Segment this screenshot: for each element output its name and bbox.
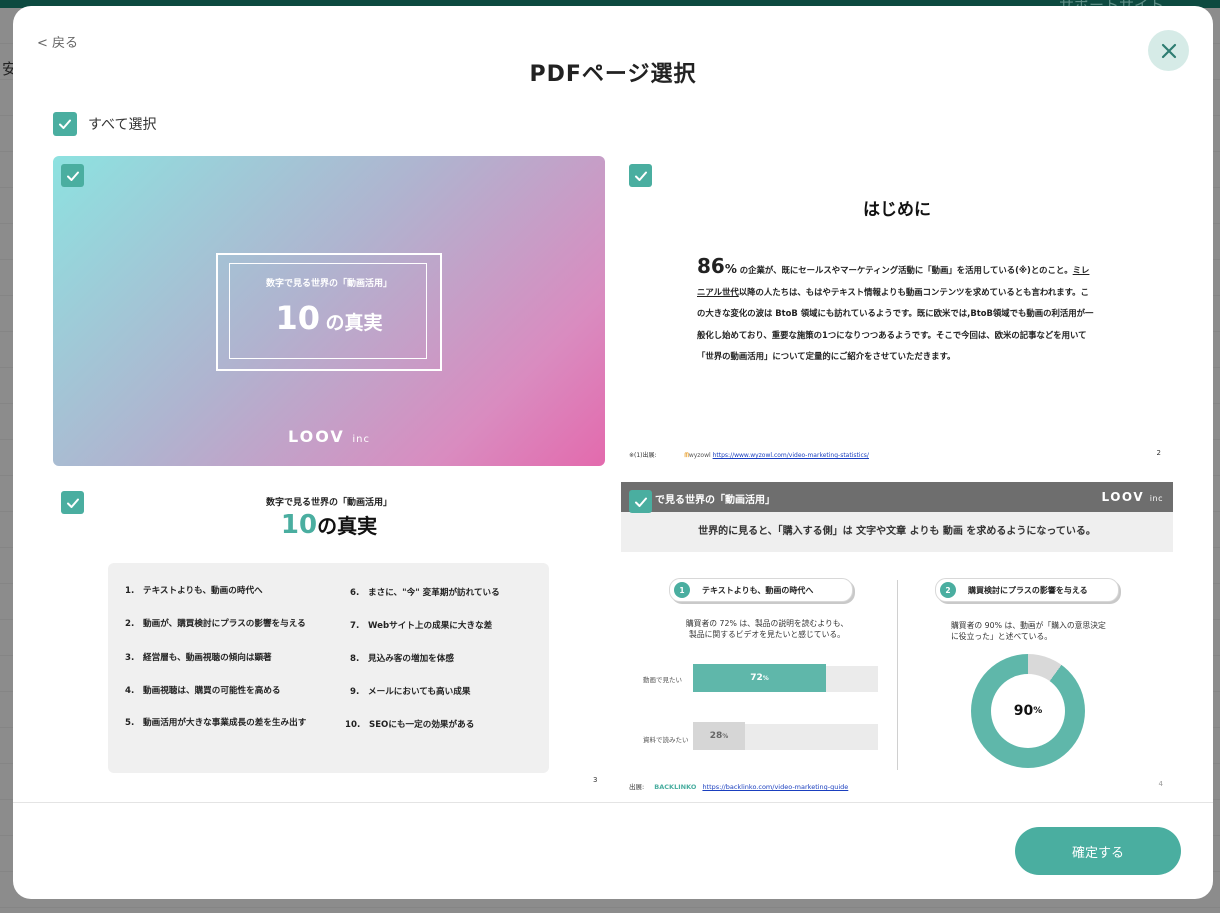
page-number: 3 [593, 776, 598, 784]
page-3-checkbox[interactable] [61, 491, 84, 514]
source-brand-name: wyzowl [688, 452, 711, 459]
toc-item: 1. テキストよりも、動画の時代へ [125, 586, 263, 596]
right-caption-line-2: に役立った」と述べている。 [951, 632, 1053, 641]
loov-logo: LOOV inc [1102, 490, 1163, 504]
cover-title-text: の真実 [325, 312, 383, 334]
pdf-page-thumbnail-2[interactable]: はじめに 86% の企業が、既にセールスやマーケティング活動に「動画」を活用して… [621, 156, 1173, 466]
slide-header-title: で見る世界の「動画活用」 [655, 495, 775, 506]
select-all-label: すべて選択 [88, 117, 157, 133]
section-label: テキストよりも、動画の時代へ [702, 585, 814, 595]
loov-logo-suffix: inc [352, 434, 370, 445]
toc-item: 6. まさに、"今" 変革期が訪れている [350, 588, 500, 598]
confirm-button[interactable]: 確定する [1015, 827, 1181, 875]
loov-logo-suffix: inc [1149, 494, 1163, 503]
intro-body: 86% の企業が、既にセールスやマーケティング活動に「動画」を活用している(※)… [697, 254, 1097, 368]
section-pill-2: 2 購買検討にプラスの影響を与える [935, 578, 1119, 602]
left-caption: 購買者の 72% は、製品の説明を読むよりも、 製品に関するビデオを見たいと感じ… [661, 618, 873, 640]
slide-header: で見る世界の「動画活用」 LOOV inc [621, 482, 1173, 512]
toc-item: 8. 見込み客の増加を体感 [350, 654, 454, 664]
donut-chart: 90% [971, 654, 1085, 768]
bar-unit: % [762, 674, 769, 682]
check-icon [634, 171, 647, 181]
toc-title-number: 10 [280, 510, 318, 540]
pdf-page-thumbnail-4[interactable]: で見る世界の「動画活用」 LOOV inc 世界的に見ると、「購入する側」は 文… [621, 482, 1173, 796]
toc-item: 3. 経営層も、動画視聴の傾向は顕著 [125, 653, 272, 663]
source-link[interactable]: https://backlinko.com/video-marketing-gu… [702, 783, 848, 791]
check-icon [66, 171, 79, 181]
footnote-label: ※(1)出展: [629, 452, 657, 459]
loov-logo-text: LOOV [1101, 490, 1145, 504]
source-label: 出展: [629, 783, 645, 791]
bar-value: 72 [750, 673, 763, 683]
intro-footnote: ※(1)出展: ᗰwyzowl https://www.wyzowl.com/v… [629, 450, 869, 460]
toc-box: 1. テキストよりも、動画の時代へ 2. 動画が、購買検討にプラスの影響を与える 3… [108, 563, 549, 773]
cover-title: 10 の真実 [229, 299, 429, 337]
pdf-page-thumbnail-1[interactable]: 数字で見る世界の「動画活用」 10 の真実 LOOV inc [53, 156, 605, 466]
source-brand: BACKLINKO [654, 783, 697, 791]
select-all-checkbox[interactable] [53, 112, 77, 136]
footer-divider [13, 802, 1213, 803]
toc-item: 7. Webサイト上の成果に大きな差 [350, 621, 493, 631]
right-caption-line-1: 購買者の 90% は、動画が「購入の意思決定 [951, 621, 1106, 630]
page-number: 4 [1158, 780, 1163, 788]
check-icon [59, 119, 71, 129]
bar-label: 資料で読みたい [643, 736, 689, 744]
slide-footnote: 出展: BACKLINKO https://backlinko.com/vide… [629, 781, 848, 791]
source-link[interactable]: https://www.wyzowl.com/video-marketing-s… [713, 452, 869, 459]
bar-unit: % [722, 732, 729, 740]
toc-item: 9. メールにおいても高い成果 [350, 687, 471, 697]
cover-subtitle: 数字で見る世界の「動画活用」 [265, 279, 392, 289]
check-icon [634, 497, 647, 507]
toc-item: 2. 動画が、購買検討にプラスの影響を与える [125, 619, 306, 629]
page-2-checkbox[interactable] [629, 164, 652, 187]
pdf-page-select-modal: < 戻る PDFページ選択 すべて選択 数字で見る世界の「動画活用」 10 の真… [13, 6, 1213, 899]
toc-item: 4. 動画視聴は、購買の可能性を高める [125, 686, 281, 696]
intro-percent-unit: % [724, 262, 737, 276]
toc-title-text: の真実 [317, 514, 378, 538]
section-pill-1: 1 テキストよりも、動画の時代へ [669, 578, 853, 602]
bar-label: 動画で見たい [643, 676, 682, 684]
cover-title-number: 10 [275, 299, 320, 337]
left-caption-line-2: 製品に関するビデオを見たいと感じている。 [689, 630, 845, 639]
slide-headline: 世界的に見ると、「購入する側」は 文字や文章 よりも 動画 を求めるようになって… [621, 512, 1173, 552]
left-caption-line-1: 購買者の 72% は、製品の説明を読むよりも、 [685, 619, 849, 628]
donut-value: 90 [1013, 703, 1034, 719]
close-icon [1161, 43, 1176, 58]
check-icon [66, 498, 79, 508]
pdf-page-thumbnail-3[interactable]: 数字で見る世界の「動画活用」 10の真実 1. テキストよりも、動画の時代へ 2.… [53, 483, 605, 796]
bar-fill: 28% [693, 722, 745, 750]
donut-center-label: 90% [991, 674, 1065, 748]
select-all-toggle[interactable]: すべて選択 [53, 112, 156, 136]
toc-item: 10. SEOにも一定の効果がある [345, 720, 475, 730]
toc-item: 5. 動画活用が大きな事業成長の差を生み出す [125, 718, 307, 728]
page-1-checkbox[interactable] [61, 164, 84, 187]
toc-title: 10の真実 [53, 510, 605, 540]
page-number: 2 [1156, 449, 1161, 457]
loov-logo-text: LOOV [288, 427, 345, 446]
source-brand: ᗰwyzowl [684, 452, 710, 459]
column-divider [897, 580, 898, 770]
right-caption: 購買者の 90% は、動画が「購入の意思決定 に役立った」と述べている。 [921, 620, 1133, 642]
page-4-checkbox[interactable] [629, 490, 652, 513]
bar-value: 28 [709, 731, 723, 741]
intro-body-text-1: の企業が、既にセールスやマーケティング活動に「動画」を活用している(※)とのこと… [739, 265, 1073, 275]
section-number: 1 [674, 582, 690, 598]
intro-title: はじめに [863, 200, 931, 220]
section-number: 2 [940, 582, 956, 598]
back-link[interactable]: < 戻る [37, 32, 78, 51]
section-label: 購買検討にプラスの影響を与える [968, 585, 1088, 595]
intro-percent-value: 86 [697, 254, 725, 278]
modal-title: PDFページ選択 [529, 62, 697, 87]
loov-logo: LOOV inc [53, 427, 605, 446]
close-button[interactable] [1148, 30, 1189, 71]
toc-subtitle: 数字で見る世界の「動画活用」 [265, 498, 392, 508]
donut-unit: % [1033, 706, 1043, 716]
intro-percent: 86% [697, 254, 737, 278]
intro-body-text-2: 以降の人たちは、もはやテキスト情報よりも動画コンテンツを求めているとも言われます… [697, 286, 1094, 362]
bar-fill: 72% [693, 664, 826, 692]
